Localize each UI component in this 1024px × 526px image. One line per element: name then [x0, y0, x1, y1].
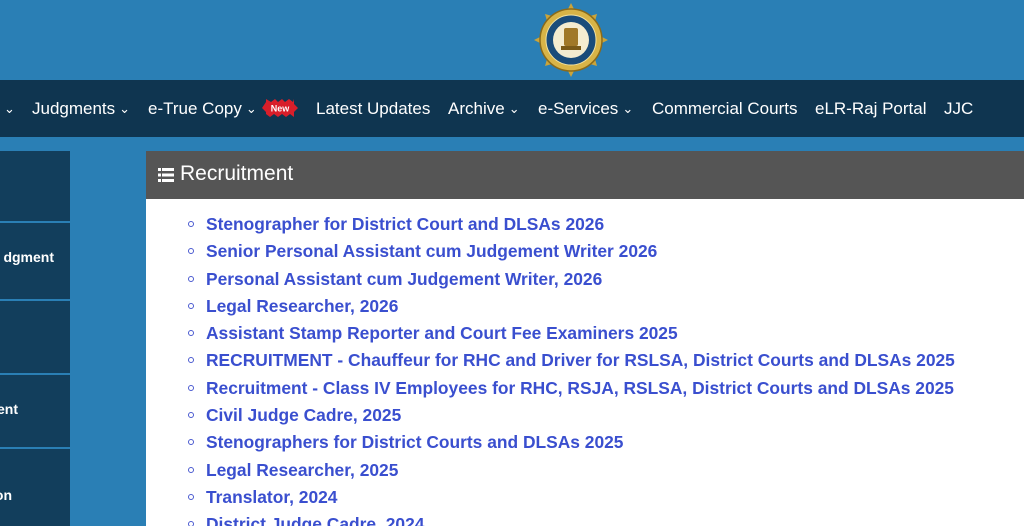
- circle-bullet-icon: [188, 275, 194, 282]
- circle-bullet-icon: [188, 330, 194, 337]
- list-item: Recruitment - Class IV Employees for RHC…: [146, 377, 1024, 404]
- list-icon: [158, 168, 174, 182]
- list-item: Legal Researcher, 2026: [146, 295, 1024, 322]
- recruitment-link[interactable]: Stenographer for District Court and DLSA…: [206, 213, 604, 235]
- circle-bullet-icon: [188, 439, 194, 446]
- main-nav: ⌄ Judgments ⌄ e-True Copy ⌄ New Latest Upd…: [0, 80, 1024, 137]
- circle-bullet-icon: [188, 221, 194, 227]
- list-item: Translator, 2024: [146, 486, 1024, 513]
- circle-bullet-icon: [188, 302, 194, 309]
- circle-bullet-icon: [188, 493, 194, 500]
- circle-bullet-icon: [188, 384, 194, 391]
- nav-item-truncated[interactable]: ⌄: [0, 80, 15, 137]
- nav-item-elr-raj-portal[interactable]: eLR-Raj Portal: [815, 80, 927, 137]
- left-sidebar: dgment ent on: [0, 151, 70, 526]
- nav-item-archive[interactable]: Archive ⌄: [448, 80, 520, 137]
- recruitment-link[interactable]: RECRUITMENT - Chauffeur for RHC and Driv…: [206, 349, 955, 371]
- circle-bullet-icon: [188, 357, 194, 364]
- list-item: District Judge Cadre, 2024: [146, 513, 1024, 526]
- chevron-down-icon: ⌄: [622, 101, 634, 116]
- circle-bullet-icon: [188, 412, 194, 419]
- sidebar-item-1[interactable]: [0, 151, 70, 223]
- nav-item-latest-updates[interactable]: Latest Updates: [316, 80, 430, 137]
- nav-item-judgments[interactable]: Judgments ⌄: [32, 80, 130, 137]
- chevron-down-icon: ⌄: [119, 101, 131, 116]
- nav-item-e-true-copy[interactable]: e-True Copy ⌄: [148, 80, 257, 137]
- recruitment-link[interactable]: Translator, 2024: [206, 486, 337, 508]
- recruitment-link[interactable]: District Judge Cadre, 2024: [206, 513, 424, 526]
- chevron-down-icon: ⌄: [4, 101, 15, 116]
- circle-bullet-icon: [188, 248, 194, 255]
- list-item: Stenographers for District Courts and DL…: [146, 431, 1024, 458]
- recruitment-link[interactable]: Civil Judge Cadre, 2025: [206, 404, 401, 426]
- list-item: Civil Judge Cadre, 2025: [146, 404, 1024, 431]
- sidebar-item-on[interactable]: on: [0, 449, 70, 526]
- sidebar-item-judgment[interactable]: dgment: [0, 223, 70, 301]
- nav-item-e-services[interactable]: e-Services ⌄: [538, 80, 633, 137]
- list-item: Personal Assistant cum Judgement Writer,…: [146, 268, 1024, 295]
- site-header: [0, 0, 1024, 80]
- new-badge-icon: New: [262, 99, 298, 117]
- panel-title: Recruitment: [180, 162, 294, 185]
- recruitment-link[interactable]: Legal Researcher, 2025: [206, 459, 398, 481]
- list-item: Stenographer for District Court and DLSA…: [146, 213, 1024, 240]
- recruitment-link[interactable]: Legal Researcher, 2026: [206, 295, 398, 317]
- list-item: RECRUITMENT - Chauffeur for RHC and Driv…: [146, 349, 1024, 376]
- recruitment-link[interactable]: Stenographers for District Courts and DL…: [206, 431, 623, 453]
- recruitment-panel: Recruitment Stenographer for District Co…: [146, 151, 1024, 526]
- circle-bullet-icon: [188, 521, 194, 526]
- sidebar-item-3[interactable]: [0, 301, 70, 375]
- svg-text:New: New: [271, 104, 291, 114]
- recruitment-list: Stenographer for District Court and DLSA…: [146, 213, 1024, 526]
- nav-item-commercial-courts[interactable]: Commercial Courts: [652, 80, 797, 137]
- list-item: Assistant Stamp Reporter and Court Fee E…: [146, 322, 1024, 349]
- circle-bullet-icon: [188, 466, 194, 473]
- recruitment-link[interactable]: Recruitment - Class IV Employees for RHC…: [206, 377, 954, 399]
- list-item: Legal Researcher, 2025: [146, 459, 1024, 486]
- recruitment-link[interactable]: Assistant Stamp Reporter and Court Fee E…: [206, 322, 678, 344]
- nav-item-jjc[interactable]: JJC: [944, 80, 973, 137]
- panel-header: Recruitment: [146, 151, 1024, 199]
- chevron-down-icon: ⌄: [508, 101, 520, 116]
- list-item: Senior Personal Assistant cum Judgement …: [146, 240, 1024, 267]
- sidebar-item-ent[interactable]: ent: [0, 375, 70, 449]
- recruitment-link[interactable]: Senior Personal Assistant cum Judgement …: [206, 240, 657, 262]
- chevron-down-icon: ⌄: [245, 101, 257, 116]
- recruitment-link[interactable]: Personal Assistant cum Judgement Writer,…: [206, 268, 602, 290]
- court-emblem-icon[interactable]: [531, 2, 611, 78]
